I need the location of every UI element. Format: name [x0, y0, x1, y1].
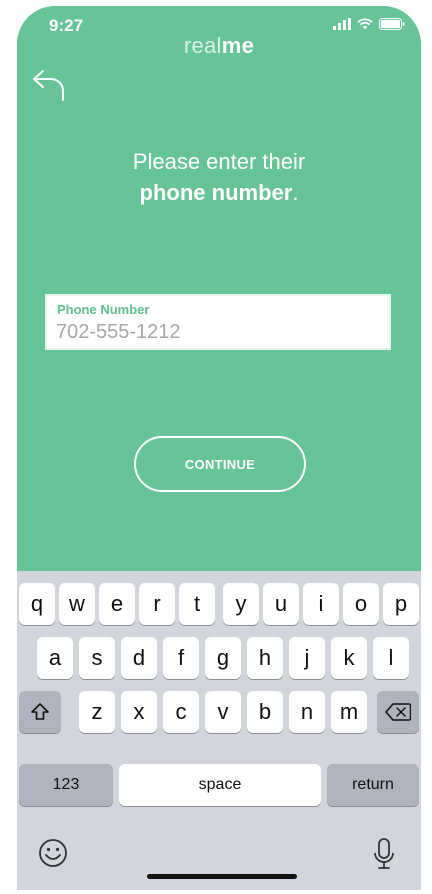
key-m[interactable]: m [331, 691, 367, 733]
key-s[interactable]: s [79, 637, 115, 679]
key-x[interactable]: x [121, 691, 157, 733]
prompt-period: . [292, 180, 299, 205]
prompt-text: Please enter their phone number. [17, 146, 421, 208]
brand-logo: realme [17, 33, 421, 59]
key-n[interactable]: n [289, 691, 325, 733]
delete-key[interactable] [377, 691, 419, 733]
dictation-button[interactable] [370, 836, 398, 872]
key-a[interactable]: a [37, 637, 73, 679]
delete-icon [385, 703, 411, 721]
keyboard: q w e r t y u i o p a s d f g h j k l z … [17, 571, 421, 890]
emoji-button[interactable] [37, 837, 71, 871]
emoji-icon [39, 839, 67, 867]
phone-number-input[interactable] [56, 318, 376, 346]
prompt-line1: Please enter their [132, 149, 306, 174]
key-r[interactable]: r [139, 583, 175, 625]
key-i[interactable]: i [303, 583, 339, 625]
key-l[interactable]: l [373, 637, 409, 679]
space-key[interactable]: space [119, 764, 321, 806]
battery-icon [379, 18, 405, 30]
status-icons [333, 18, 405, 30]
key-c[interactable]: c [163, 691, 199, 733]
back-button[interactable] [31, 64, 71, 104]
key-y[interactable]: y [223, 583, 259, 625]
key-b[interactable]: b [247, 691, 283, 733]
wifi-icon [357, 18, 373, 30]
brand-light: real [183, 33, 222, 58]
signal-icon [333, 18, 351, 30]
home-indicator [147, 874, 297, 879]
phone-number-label: Phone Number [57, 302, 150, 317]
numbers-key[interactable]: 123 [19, 764, 113, 806]
return-key[interactable]: return [327, 764, 419, 806]
continue-button[interactable]: CONTINUE [134, 436, 306, 492]
key-q[interactable]: q [19, 583, 55, 625]
prompt-bold: phone number [139, 180, 293, 205]
key-f[interactable]: f [163, 637, 199, 679]
key-u[interactable]: u [263, 583, 299, 625]
key-o[interactable]: o [343, 583, 379, 625]
key-g[interactable]: g [205, 637, 241, 679]
brand-bold: me [221, 33, 255, 58]
key-z[interactable]: z [79, 691, 115, 733]
shift-key[interactable] [19, 691, 61, 733]
shift-icon [31, 703, 49, 720]
key-k[interactable]: k [331, 637, 367, 679]
key-j[interactable]: j [289, 637, 325, 679]
key-v[interactable]: v [205, 691, 241, 733]
phone-screen: 9:27 realme Please enter their phone num… [17, 6, 421, 890]
microphone-icon [374, 838, 394, 869]
key-w[interactable]: w [59, 583, 95, 625]
phone-number-field[interactable]: Phone Number [45, 294, 391, 350]
key-p[interactable]: p [383, 583, 419, 625]
key-e[interactable]: e [99, 583, 135, 625]
key-h[interactable]: h [247, 637, 283, 679]
key-t[interactable]: t [179, 583, 215, 625]
back-arrow-icon [33, 70, 64, 101]
key-d[interactable]: d [121, 637, 157, 679]
